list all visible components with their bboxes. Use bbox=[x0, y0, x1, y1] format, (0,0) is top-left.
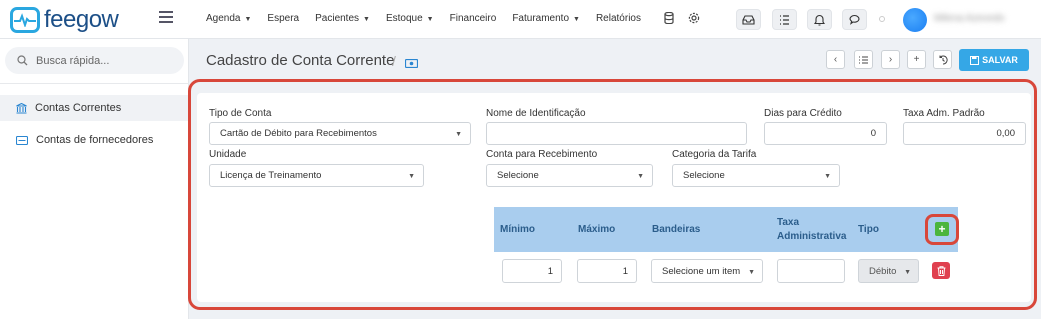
nav-financeiro[interactable]: Financeiro bbox=[450, 13, 497, 24]
history-icon bbox=[939, 55, 948, 65]
form-highlight-frame bbox=[188, 79, 1037, 310]
caret-down-icon: ▼ bbox=[573, 16, 580, 23]
breadcrumb-separator: / bbox=[392, 53, 396, 69]
nav-relatorios[interactable]: Relatórios bbox=[596, 13, 641, 24]
checklist-icon[interactable] bbox=[772, 9, 797, 30]
chevron-left-icon: ‹ bbox=[833, 54, 838, 65]
nav-financeiro-label: Financeiro bbox=[449, 13, 497, 24]
prev-record-button[interactable]: ‹ bbox=[826, 50, 845, 69]
sidebar-item-label: Contas Correntes bbox=[35, 102, 122, 114]
page-title: Cadastro de Conta Corrente bbox=[206, 52, 395, 69]
database-icon[interactable] bbox=[664, 11, 676, 25]
caret-down-icon: ▼ bbox=[426, 16, 434, 23]
menu-toggle-icon[interactable] bbox=[159, 11, 173, 23]
save-button-label: SALVAR bbox=[982, 55, 1018, 65]
chat-icon[interactable] bbox=[842, 9, 867, 30]
inbox-icon[interactable] bbox=[736, 9, 761, 30]
heartbeat-logo-icon bbox=[10, 7, 40, 33]
sidebar-divider bbox=[0, 83, 189, 84]
nav-relatorios-label: Relatórios bbox=[595, 13, 641, 24]
nav-estoque-label: Estoque bbox=[385, 13, 423, 24]
main-nav: Agenda ▼ Espera Pacientes ▼ Estoque ▼ Finan… bbox=[206, 13, 657, 24]
sidebar: Busca rápida... Contas Correntes Contas … bbox=[0, 39, 189, 319]
status-dot bbox=[879, 16, 885, 22]
chevron-right-icon: › bbox=[888, 54, 893, 65]
list-button[interactable] bbox=[854, 50, 873, 69]
bank-icon bbox=[16, 102, 27, 114]
floppy-icon bbox=[970, 55, 980, 65]
nav-espera[interactable]: Espera bbox=[267, 13, 299, 24]
nav-estoque[interactable]: Estoque ▼ bbox=[386, 13, 434, 24]
next-record-button[interactable]: › bbox=[881, 50, 900, 69]
avatar[interactable] bbox=[903, 8, 927, 32]
sidebar-item-contas-correntes[interactable]: Contas Correntes bbox=[0, 95, 189, 121]
nav-espera-label: Espera bbox=[267, 13, 300, 24]
search-icon bbox=[17, 55, 28, 66]
save-button[interactable]: SALVAR bbox=[959, 49, 1029, 71]
sidebar-item-label: Contas de fornecedores bbox=[36, 134, 154, 146]
nav-pacientes-label: Pacientes bbox=[315, 13, 360, 24]
plus-icon: + bbox=[913, 54, 920, 65]
nav-faturamento-label: Faturamento bbox=[512, 13, 570, 24]
brand-name: feegow bbox=[44, 6, 119, 33]
brand-logo[interactable]: feegow bbox=[10, 6, 119, 34]
sidebar-item-contas-fornecedores[interactable]: Contas de fornecedores bbox=[0, 127, 189, 153]
nav-agenda-label: Agenda bbox=[206, 13, 241, 24]
caret-down-icon: ▼ bbox=[244, 16, 252, 23]
history-button[interactable] bbox=[933, 50, 952, 69]
top-bar: feegow Agenda ▼ Espera Pacientes ▼ Estoque… bbox=[0, 0, 1041, 39]
settings-cog-icon[interactable] bbox=[688, 11, 700, 24]
new-record-button[interactable]: + bbox=[907, 50, 926, 69]
nav-faturamento[interactable]: Faturamento ▼ bbox=[512, 13, 580, 24]
list-icon bbox=[859, 55, 868, 64]
caret-down-icon: ▼ bbox=[363, 16, 370, 23]
search-placeholder: Busca rápida... bbox=[36, 54, 110, 67]
bell-icon[interactable] bbox=[807, 9, 832, 30]
user-name[interactable]: Milena Azevedo bbox=[934, 13, 1005, 24]
search-input[interactable]: Busca rápida... bbox=[5, 47, 184, 74]
nav-pacientes[interactable]: Pacientes ▼ bbox=[315, 13, 370, 24]
money-icon bbox=[404, 55, 419, 73]
nav-agenda[interactable]: Agenda ▼ bbox=[206, 13, 251, 24]
card-icon bbox=[16, 135, 28, 145]
